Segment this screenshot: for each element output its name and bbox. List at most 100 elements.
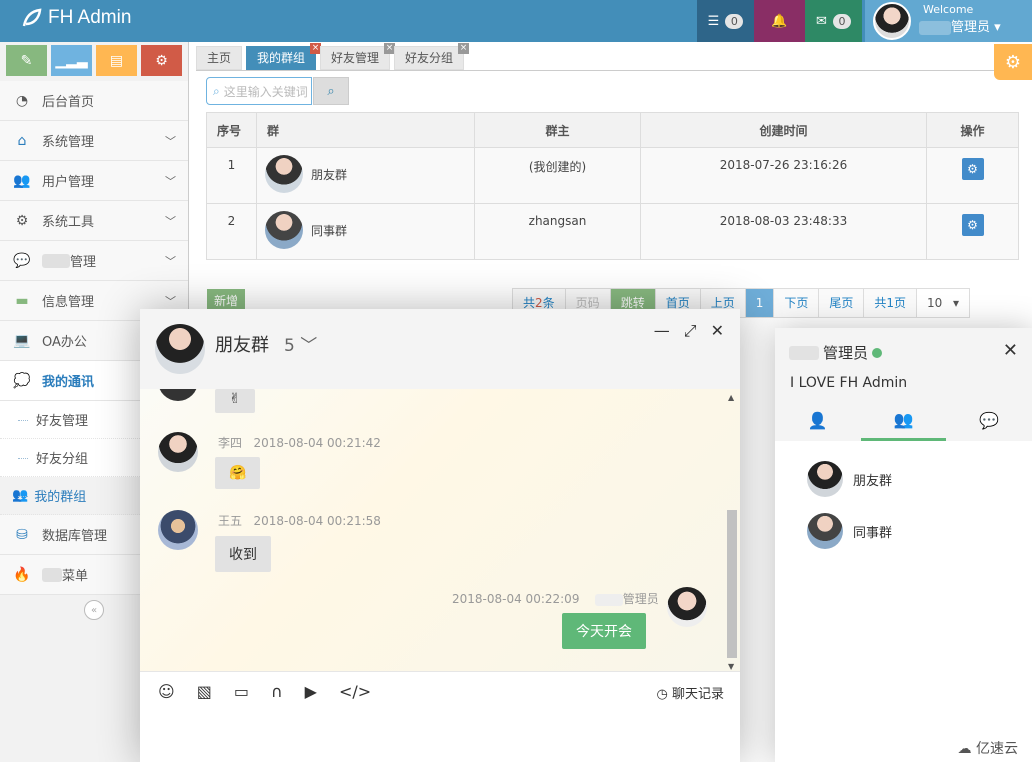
- close-icon[interactable]: ×: [458, 43, 470, 54]
- fire-icon: 🔥: [13, 566, 31, 583]
- cogs-icon[interactable]: ⚙: [141, 45, 182, 76]
- chat-header[interactable]: 朋友群 5 ﹀ — ⤢ ✕: [140, 309, 740, 389]
- brand-name: FH Admin: [48, 7, 132, 28]
- folder-icon[interactable]: ▭: [234, 682, 249, 701]
- col-group: 群: [256, 112, 475, 148]
- minimize-icon[interactable]: —: [654, 321, 670, 341]
- redacted: [42, 567, 62, 582]
- chat-history-link[interactable]: ◷ 聊天记录: [657, 683, 725, 702]
- messages-button[interactable]: ✉ 0: [805, 0, 862, 42]
- signal-icon[interactable]: ▁▂▃: [51, 45, 92, 76]
- sidebar-item-system[interactable]: ⌂ 系统管理 ﹀: [0, 121, 188, 161]
- sender-name: 王五: [218, 514, 243, 528]
- last-page-link[interactable]: 尾页: [818, 288, 865, 318]
- group-avatar: [807, 461, 843, 497]
- caret-down-icon: ▾: [994, 20, 1001, 35]
- pencil-icon[interactable]: ✎: [6, 45, 47, 76]
- current-page[interactable]: 1: [744, 288, 775, 318]
- next-page-link[interactable]: 下页: [773, 288, 820, 318]
- redacted: [789, 345, 819, 360]
- tab-friends[interactable]: 好友管理 ×: [320, 43, 396, 70]
- group-avatar: [807, 513, 843, 549]
- cell-no: 2: [206, 203, 257, 260]
- pager-total-prefix: 共: [523, 296, 536, 310]
- scrollbar-thumb[interactable]: [727, 510, 737, 658]
- tasks-badge: 0: [725, 13, 744, 29]
- database-icon: ⛁: [16, 526, 28, 543]
- tab-my-groups[interactable]: 我的群组 ×: [246, 43, 322, 70]
- contacts-header: 管理员 I LOVE FH Admin ✕ 👤 👥 💬: [775, 328, 1032, 441]
- tasks-button[interactable]: ☰ 0: [697, 0, 754, 42]
- user-menu[interactable]: Welcome 管理员 ▾: [865, 0, 1032, 42]
- contacts-tabs: 👤 👥 💬: [775, 400, 1032, 441]
- message-bubble: 🤗: [215, 457, 261, 489]
- leaf-icon: [22, 8, 42, 27]
- card-icon: ▬: [15, 292, 29, 309]
- envelope-icon: ✉: [816, 13, 827, 29]
- chat-messages: ✌ 李四 2018-08-04 00:21:42 🤗 王五 2018-08-04…: [140, 389, 740, 671]
- chat-member-count[interactable]: 5 ﹀: [284, 331, 317, 356]
- watermark-text: 亿速云: [976, 741, 1018, 757]
- groups-tab-icon[interactable]: 👥: [860, 400, 947, 441]
- clock-icon: ◷: [656, 687, 668, 702]
- book-icon[interactable]: ▤: [96, 45, 137, 76]
- page-size-select[interactable]: 10 ▾: [916, 288, 971, 318]
- scroll-up-icon[interactable]: ▲: [728, 393, 734, 402]
- gear-icon: ⚙: [1004, 51, 1022, 73]
- col-no: 序号: [206, 112, 257, 148]
- message-time: 2018-08-04 00:21:42: [253, 436, 381, 450]
- settings-gear-button[interactable]: ⚙: [994, 44, 1032, 80]
- chat-scrollbar[interactable]: ▲ ▼: [727, 393, 737, 671]
- close-icon[interactable]: ✕: [1003, 340, 1018, 361]
- add-button[interactable]: 新增: [207, 289, 245, 311]
- history-tab-icon[interactable]: 💬: [946, 400, 1032, 441]
- tab-label: 我的群组: [257, 51, 306, 65]
- image-icon[interactable]: ▧: [197, 682, 212, 701]
- online-status-icon: [872, 347, 883, 358]
- emoji-icon[interactable]: ☺: [158, 682, 175, 701]
- top-navbar: FH Admin ☰ 0 🔔 ✉ 0 Welcome 管理员 ▾: [0, 0, 1032, 42]
- list-item-group[interactable]: 同事群: [807, 513, 892, 549]
- maximize-icon[interactable]: ⤢: [684, 321, 697, 341]
- brand[interactable]: FH Admin: [22, 7, 131, 29]
- pager-total-suffix: 条: [542, 296, 555, 310]
- cog-icon[interactable]: ⚙: [961, 158, 984, 180]
- panel-username: 管理员: [823, 344, 869, 362]
- sidebar-item-label: 数据库管理: [42, 529, 108, 544]
- cell-actions: ⚙: [926, 147, 1019, 204]
- cell-created: 2018-08-03 23:48:33: [640, 203, 927, 260]
- welcome-text: Welcome: [923, 3, 974, 16]
- tab-friend-groups[interactable]: 好友分组 ×: [394, 43, 470, 70]
- scroll-down-icon[interactable]: ▼: [728, 662, 734, 671]
- cog-icon[interactable]: ⚙: [961, 214, 984, 236]
- sender-name: 李四: [218, 436, 243, 450]
- close-icon[interactable]: ✕: [711, 321, 724, 341]
- sidebar-item-home[interactable]: ◔ 后台首页: [0, 81, 188, 121]
- search-button[interactable]: ⌕: [313, 77, 349, 105]
- sidebar-item-users[interactable]: 👥 用户管理 ﹀: [0, 161, 188, 201]
- group-name: 朋友群: [311, 167, 348, 182]
- sidebar-collapse-button[interactable]: «: [84, 600, 104, 620]
- sidebar-item-tools[interactable]: ⚙ 系统工具 ﹀: [0, 201, 188, 241]
- sidebar-item-label: 我的通讯: [42, 375, 95, 390]
- group-icon: 👥: [12, 488, 29, 503]
- search-icon: ⌕: [327, 83, 335, 99]
- notifications-button[interactable]: 🔔: [754, 0, 805, 42]
- message-meta: 王五 2018-08-04 00:21:58: [218, 512, 381, 529]
- tab-home[interactable]: 主页: [196, 46, 243, 70]
- friends-tab-icon[interactable]: 👤: [775, 400, 861, 441]
- col-owner: 群主: [474, 112, 641, 148]
- list-item-group[interactable]: 朋友群: [807, 461, 892, 497]
- sidebar-item-label: 好友分组: [36, 452, 89, 467]
- panel-signature[interactable]: I LOVE FH Admin: [790, 375, 907, 391]
- search-input[interactable]: ⌕ 这里输入关键词: [206, 77, 312, 105]
- gear-icon: ⚙: [15, 212, 29, 229]
- sidebar-item-chat-admin[interactable]: 💬 管理 ﹀: [0, 241, 188, 281]
- code-icon[interactable]: </>: [339, 682, 371, 701]
- sidebar-item-label: 系统工具: [42, 215, 95, 230]
- panel-user: 管理员: [789, 342, 883, 363]
- redacted: [919, 20, 951, 35]
- video-icon[interactable]: ▶: [305, 682, 317, 701]
- headphones-icon[interactable]: ∩: [271, 682, 283, 701]
- group-name: 同事群: [311, 223, 348, 238]
